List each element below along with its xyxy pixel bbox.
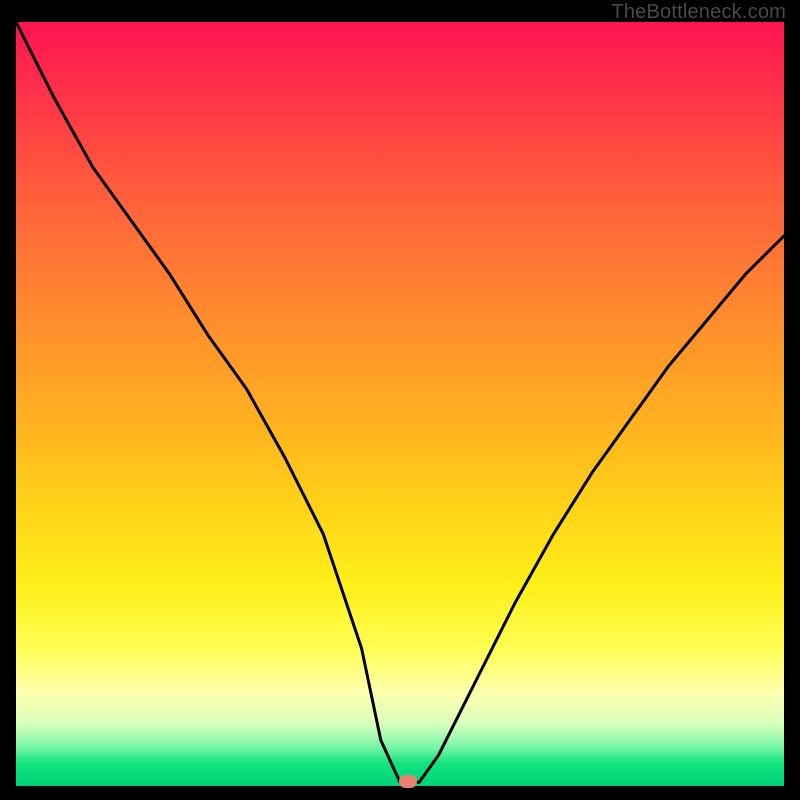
- bottleneck-curve: [16, 22, 784, 786]
- minimum-marker: [399, 775, 417, 788]
- curve-path: [16, 22, 784, 782]
- chart-container: TheBottleneck.com: [0, 0, 800, 800]
- plot-area: [16, 22, 784, 786]
- attribution-text: TheBottleneck.com: [611, 2, 786, 22]
